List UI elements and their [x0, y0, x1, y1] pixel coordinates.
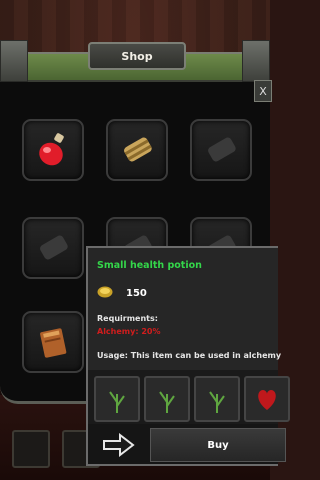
herb-icon	[209, 391, 225, 413]
item-tooltip: Small health potion 150 Requirments: Alc…	[86, 246, 282, 374]
buy-button[interactable]: Buy	[150, 428, 286, 462]
herb-icon	[109, 391, 125, 413]
requirement-value: Alchemy: 20%	[97, 327, 161, 336]
gold-coin-icon	[97, 286, 113, 298]
scroll-icon	[124, 137, 152, 162]
arrow-right-icon	[103, 433, 135, 457]
locked-scroll-icon	[40, 235, 68, 260]
requirements-label: Requirments:	[97, 314, 158, 323]
ingredient-slot[interactable]	[144, 376, 190, 422]
back-arrow-button[interactable]	[96, 430, 142, 460]
heart-icon	[258, 390, 276, 410]
shop-item-locked[interactable]	[190, 119, 252, 181]
close-button[interactable]: X	[254, 80, 272, 102]
locked-scroll-icon	[208, 137, 236, 162]
ingredient-row	[86, 370, 290, 424]
item-price: 150	[126, 288, 147, 299]
shop-item-locked[interactable]	[22, 217, 84, 279]
frame-corner-right	[242, 40, 270, 82]
shop-title: Shop	[88, 42, 186, 70]
shop-item-health-potion[interactable]	[22, 119, 84, 181]
ingredient-slot[interactable]	[244, 376, 290, 422]
hotbar-slot[interactable]	[12, 430, 50, 468]
ingredient-slot[interactable]	[94, 376, 140, 422]
herb-icon	[159, 391, 175, 413]
shop-item-scroll[interactable]	[106, 119, 168, 181]
shop-item-book[interactable]	[22, 311, 84, 373]
action-bar: Buy	[86, 424, 286, 466]
book-icon	[40, 328, 67, 358]
health-potion-icon	[39, 133, 64, 166]
frame-corner-left	[0, 40, 28, 82]
item-name: Small health potion	[97, 260, 202, 271]
usage-text: Usage: This item can be used in alchemy	[97, 351, 282, 360]
ingredient-slot[interactable]	[194, 376, 240, 422]
